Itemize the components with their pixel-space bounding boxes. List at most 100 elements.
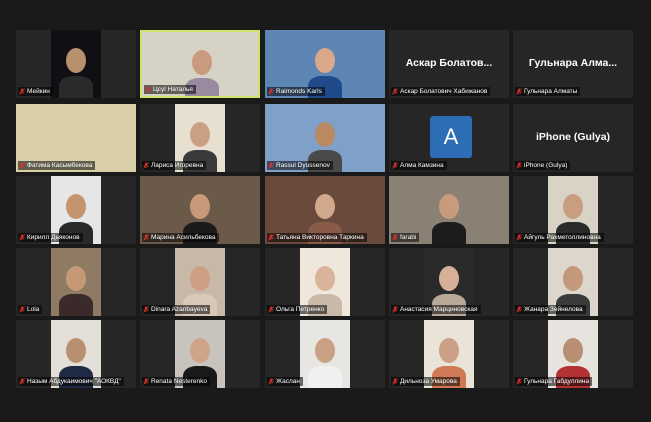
participant-tile[interactable]: Назым Абдукаимович "АОКВД" [16,320,136,388]
muted-mic-icon [392,88,398,95]
participant-face [190,266,210,291]
participant-face [315,338,335,363]
participant-face [190,194,210,219]
participant-name-tag: Татьяна Викторовна Таркина [267,233,367,242]
participant-name-tag: Lola [18,305,43,314]
muted-mic-icon [516,378,522,385]
participant-face [66,266,86,291]
participant-name: Айгуль Рахметоллиновна [524,234,601,241]
letter-avatar: A [430,116,472,158]
video-grid: Мейкин Цсуl Наталья Raimonds Karls Аскар Бо… [16,30,636,390]
participant-name-tag: Гульнара Алматы [515,87,581,96]
participant-tile[interactable]: Гульнара Алма... Гульнара Алматы [513,30,633,98]
participant-name: Лариса Игоревна [151,162,204,169]
participant-name: Dinara Azanbayeva [151,306,208,313]
participant-tile[interactable]: Dinara Azanbayeva [140,248,260,316]
participant-name-tag: Анастасия Марциновская [391,305,481,314]
participant-name: farabi [400,234,417,241]
participant-tile[interactable]: Rassul Dyussenov [265,104,385,172]
participant-tile[interactable]: Дильноза Умарова [389,320,509,388]
participant-tile[interactable]: Лариса Игоревна [140,104,260,172]
participant-tile[interactable]: A Алма Камзина [389,104,509,172]
participant-face [315,48,335,73]
participant-tile[interactable]: Renata Nesterenko [140,320,260,388]
participant-face [192,50,212,75]
participant-name-tag: Айгуль Рахметоллиновна [515,233,604,242]
participant-name-tag: Фатима Касымбекова [18,161,96,170]
participant-video [300,320,350,388]
muted-mic-icon [268,306,274,313]
participant-name: Мейкин [27,88,50,95]
muted-mic-icon [392,162,398,169]
participant-tile[interactable]: iPhone (Gulya) iPhone (Gulya) [513,104,633,172]
participant-face [563,266,583,291]
participant-name-tag: Renata Nesterenko [142,377,211,386]
participant-tile[interactable]: Кирилл Дьяконов [16,176,136,244]
participant-display-name: Аскар Болатов... [405,57,493,69]
participant-video [51,30,101,98]
participant-tile[interactable]: Цсуl Наталья [140,30,260,98]
participant-name: Гульнара Алматы [524,88,578,95]
participant-tile[interactable]: Аскар Болатов... Аскар Болатович Хабижано… [389,30,509,98]
participant-name: Марина Асильбекова [151,234,216,241]
participant-tile[interactable]: Фатима Касымбекова [16,104,136,172]
participant-tile[interactable]: Ольга Петренко [265,248,385,316]
muted-mic-icon [143,306,149,313]
participant-tile[interactable]: farabi [389,176,509,244]
participant-name-tag: Raimonds Karls [267,87,325,96]
participant-name-tag: Кирилл Дьяконов [18,233,83,242]
participant-tile[interactable]: Lola [16,248,136,316]
participant-face [563,194,583,219]
participant-face [563,338,583,363]
muted-mic-icon [392,306,398,313]
participant-name: Аскар Болатович Хабижанов [400,88,488,95]
participant-face [66,48,86,73]
participant-tile[interactable]: Татьяна Викторовна Таркина [265,176,385,244]
muted-mic-icon [19,162,25,169]
muted-mic-icon [516,162,522,169]
participant-name: Татьяна Викторовна Таркина [276,234,364,241]
muted-mic-icon [268,234,274,241]
participant-tile[interactable]: Анастасия Марциновская [389,248,509,316]
participant-name: Фатима Касымбекова [27,162,93,169]
participant-face [190,122,210,147]
participant-name-tag: Назым Абдукаимович "АОКВД" [18,377,124,386]
participant-tile[interactable]: Мейкин [16,30,136,98]
muted-mic-icon [268,162,274,169]
participant-tile[interactable]: Raimonds Karls [265,30,385,98]
participant-name-tag: Алма Камзина [391,161,447,170]
participant-name-tag: iPhone (Gulya) [515,161,571,170]
participant-name: Дильноза Умарова [400,378,457,385]
participant-name: Lola [27,306,40,313]
muted-mic-icon [392,378,398,385]
participant-body [432,222,466,244]
participant-body [308,366,342,388]
participant-name-tag: Цсуl Наталья [144,85,196,94]
participant-name-tag: Жаслан [267,377,303,386]
participant-name: Rassul Dyussenov [276,162,330,169]
muted-mic-icon [143,378,149,385]
muted-mic-icon [145,86,151,93]
participant-tile[interactable]: Айгуль Рахметоллиновна [513,176,633,244]
participant-display-name: Гульнара Алма... [528,57,618,69]
muted-mic-icon [392,234,398,241]
participant-tile[interactable]: Жанара Зейнелова [513,248,633,316]
participant-name: Renata Nesterenko [151,378,208,385]
participant-face [66,194,86,219]
participant-name: Гульнара Габдуллина [524,378,590,385]
participant-name-tag: Марина Асильбекова [142,233,219,242]
participant-tile[interactable]: Гульнара Габдуллина [513,320,633,388]
participant-tile[interactable]: Жаслан [265,320,385,388]
muted-mic-icon [143,234,149,241]
muted-mic-icon [516,306,522,313]
participant-face [439,194,459,219]
participant-tile[interactable]: Марина Асильбекова [140,176,260,244]
participant-name: iPhone (Gulya) [524,162,568,169]
muted-mic-icon [19,88,25,95]
muted-mic-icon [19,306,25,313]
participant-name: Алма Камзина [400,162,444,169]
participant-body [59,76,93,98]
participant-name: Raimonds Karls [276,88,322,95]
muted-mic-icon [516,88,522,95]
participant-name-tag: Лариса Игоревна [142,161,207,170]
